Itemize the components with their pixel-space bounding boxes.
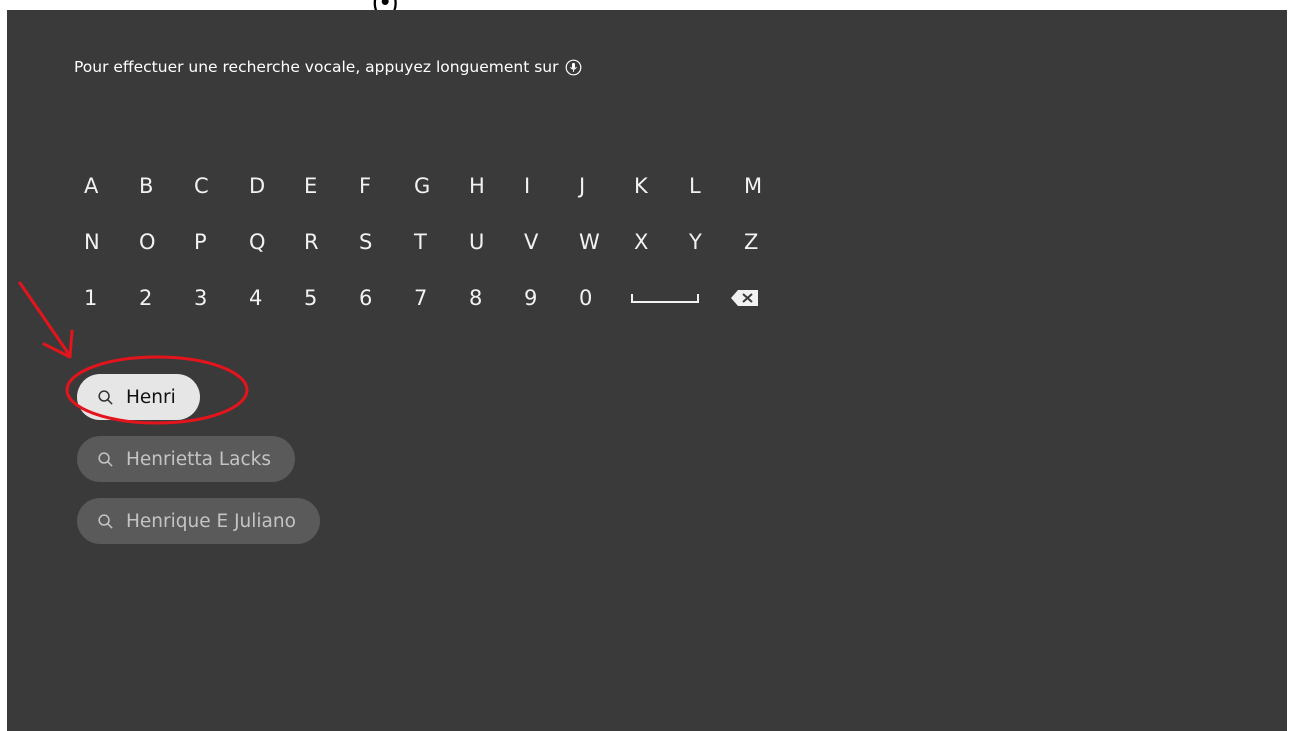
key-y[interactable]: Y	[685, 230, 740, 254]
search-icon	[98, 451, 113, 467]
key-w[interactable]: W	[575, 230, 630, 254]
voice-search-hint: Pour effectuer une recherche vocale, app…	[74, 58, 582, 76]
key-x[interactable]: X	[630, 230, 685, 254]
suggestion-henri[interactable]: Henri	[77, 374, 200, 420]
key-g[interactable]: G	[410, 174, 465, 198]
key-e[interactable]: E	[300, 174, 355, 198]
key-s[interactable]: S	[355, 230, 410, 254]
key-2[interactable]: 2	[135, 286, 190, 310]
key-i[interactable]: I	[520, 174, 575, 198]
suggestion-henrique-e-juliano[interactable]: Henrique E Juliano	[77, 498, 320, 544]
suggestion-label: Henri	[126, 386, 176, 408]
key-a[interactable]: A	[80, 174, 135, 198]
key-q[interactable]: Q	[245, 230, 300, 254]
key-h[interactable]: H	[465, 174, 520, 198]
suggestion-label: Henrique E Juliano	[126, 510, 296, 532]
space-key-icon	[631, 294, 699, 303]
keyboard-row-letters-2: N O P Q R S T U V W X Y Z	[80, 214, 795, 270]
microphone-icon	[565, 59, 581, 75]
keyboard-row-letters-1: A B C D E F G H I J K L M	[80, 158, 795, 214]
key-t[interactable]: T	[410, 230, 465, 254]
key-n[interactable]: N	[80, 230, 135, 254]
key-m[interactable]: M	[740, 174, 795, 198]
key-p[interactable]: P	[190, 230, 245, 254]
search-icon	[98, 513, 113, 529]
key-0[interactable]: 0	[575, 286, 630, 310]
key-9[interactable]: 9	[520, 286, 575, 310]
key-5[interactable]: 5	[300, 286, 355, 310]
search-suggestions: Henri Henrietta Lacks Henrique E Juliano	[77, 374, 320, 560]
key-u[interactable]: U	[465, 230, 520, 254]
search-icon	[98, 389, 113, 405]
backspace-key[interactable]	[730, 289, 785, 307]
space-key[interactable]	[630, 291, 730, 305]
key-d[interactable]: D	[245, 174, 300, 198]
key-7[interactable]: 7	[410, 286, 465, 310]
key-c[interactable]: C	[190, 174, 245, 198]
key-o[interactable]: O	[135, 230, 190, 254]
voice-hint-text: Pour effectuer une recherche vocale, app…	[74, 58, 559, 76]
backspace-icon	[731, 290, 758, 306]
key-z[interactable]: Z	[740, 230, 795, 254]
onscreen-keyboard: A B C D E F G H I J K L M N O P Q R S T …	[80, 158, 795, 326]
key-f[interactable]: F	[355, 174, 410, 198]
key-b[interactable]: B	[135, 174, 190, 198]
suggestion-henrietta-lacks[interactable]: Henrietta Lacks	[77, 436, 296, 482]
key-v[interactable]: V	[520, 230, 575, 254]
search-screen: Pour effectuer une recherche vocale, app…	[7, 10, 1287, 731]
key-3[interactable]: 3	[190, 286, 245, 310]
key-1[interactable]: 1	[80, 286, 135, 310]
key-8[interactable]: 8	[465, 286, 520, 310]
suggestion-label: Henrietta Lacks	[126, 448, 272, 470]
key-4[interactable]: 4	[245, 286, 300, 310]
key-6[interactable]: 6	[355, 286, 410, 310]
keyboard-row-digits: 1 2 3 4 5 6 7 8 9 0	[80, 270, 795, 326]
key-k[interactable]: K	[630, 174, 685, 198]
key-r[interactable]: R	[300, 230, 355, 254]
key-l[interactable]: L	[685, 174, 740, 198]
key-j[interactable]: J	[575, 174, 630, 198]
